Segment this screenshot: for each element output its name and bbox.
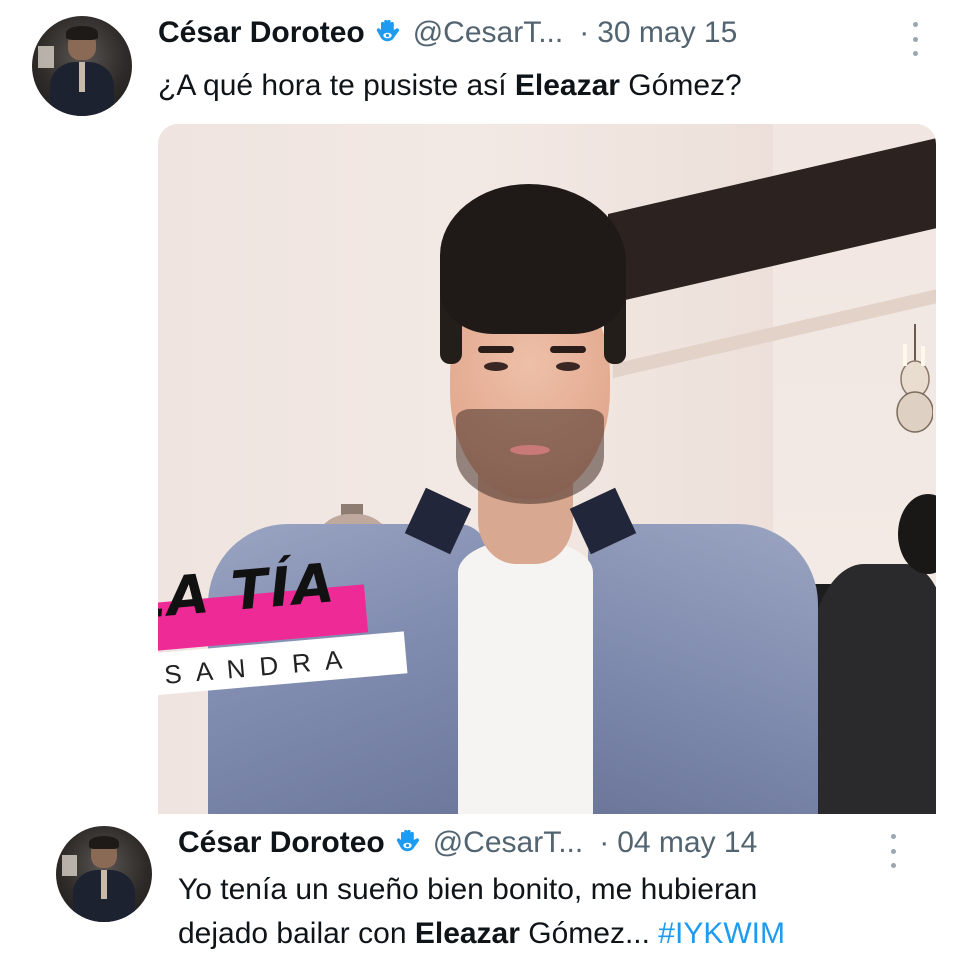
hamsa-hand-icon bbox=[393, 828, 423, 858]
avatar[interactable] bbox=[56, 826, 152, 922]
author-handle[interactable]: @CesarT... bbox=[413, 16, 563, 50]
tweet-date[interactable]: 04 may 14 bbox=[617, 826, 757, 860]
highlighted-term: Eleazar bbox=[514, 69, 620, 102]
highlighted-term: Eleazar bbox=[414, 917, 520, 950]
separator-dot: · bbox=[599, 826, 610, 859]
tweet-text: ¿A qué hora te pusiste así Eleazar Gómez… bbox=[158, 69, 742, 102]
tweet-date[interactable]: 30 may 15 bbox=[597, 16, 737, 50]
author-name[interactable]: César Doroteo bbox=[178, 826, 385, 860]
hamsa-hand-icon bbox=[373, 18, 403, 48]
watermark-stamp: LA TÍA SANDRA bbox=[158, 124, 936, 814]
tweet-2[interactable]: César Doroteo @CesarT... · 04 may 14 Yo … bbox=[0, 820, 968, 968]
tweet-text-line-1: Yo tenía un sueño bien bonito, me hubier… bbox=[178, 873, 758, 906]
more-options-icon[interactable] bbox=[883, 834, 903, 868]
separator-dot: · bbox=[579, 16, 590, 49]
tweet-text: Yo tenía un sueño bien bonito, me hubier… bbox=[178, 868, 785, 956]
tweet-1[interactable]: César Doroteo @CesarT... · 30 may 15 ¿A … bbox=[0, 0, 968, 820]
author-name[interactable]: César Doroteo bbox=[158, 16, 365, 50]
tweet-header: César Doroteo @CesarT... · 04 may 14 bbox=[178, 826, 757, 860]
tweet-text-line-2: dejado bailar con Eleazar Gómez... #IYKW… bbox=[178, 917, 785, 950]
hashtag-link[interactable]: #IYKWIM bbox=[658, 917, 785, 950]
tweet-header: César Doroteo @CesarT... · 30 may 15 bbox=[158, 16, 737, 50]
tweet-media-photo[interactable]: LA TÍA SANDRA bbox=[158, 124, 936, 814]
avatar[interactable] bbox=[32, 16, 132, 116]
more-options-icon[interactable] bbox=[905, 22, 925, 56]
author-handle[interactable]: @CesarT... bbox=[433, 826, 583, 860]
